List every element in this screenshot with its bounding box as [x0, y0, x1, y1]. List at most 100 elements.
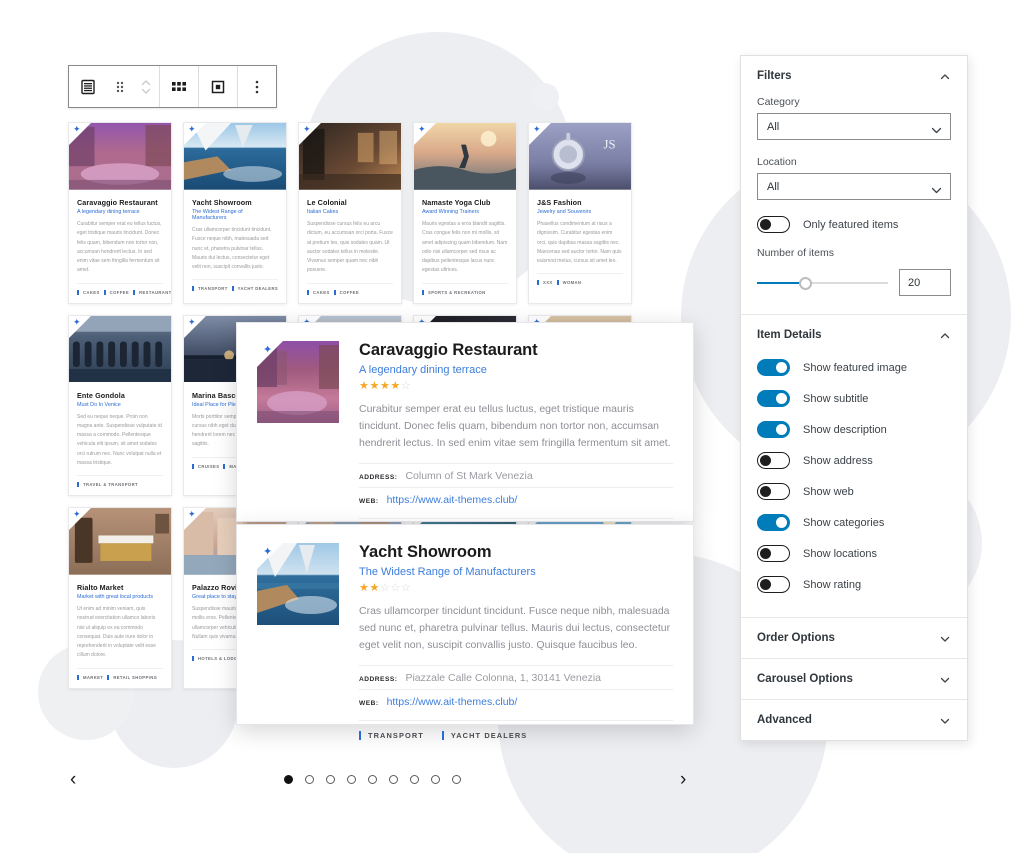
grid-view-icon[interactable] [160, 66, 198, 107]
slider-thumb[interactable] [799, 276, 813, 290]
item-detail-toggle-row: Show subtitle [757, 390, 951, 407]
card-body: Namaste Yoga Club Award Winning Trainers M… [414, 191, 516, 303]
detail-thumbnail: ✦ [257, 543, 339, 625]
toolbar-group-layout [160, 66, 199, 107]
detail-title: Yacht Showroom [359, 543, 492, 561]
panel-header[interactable]: Order Options [741, 618, 967, 658]
carousel-dot[interactable] [305, 775, 314, 784]
number-of-items-input[interactable]: 20 [899, 269, 951, 296]
detail-card-caravaggio[interactable]: ✦ Caravaggio Restaurant A legendary dini… [236, 322, 694, 538]
align-icon[interactable] [199, 66, 237, 107]
tag-chip[interactable]: COFFEE [333, 289, 359, 295]
toggle-label: Show categories [803, 516, 885, 529]
card-subtitle[interactable]: Italian Cakes [307, 209, 393, 215]
only-featured-toggle[interactable] [757, 216, 790, 233]
tag-chip[interactable]: WOMAN [556, 280, 582, 286]
card-subtitle[interactable]: Jewelry and Souvenirs [537, 209, 623, 215]
carousel-dot[interactable] [368, 775, 377, 784]
tag-chip[interactable]: MARKET [77, 674, 103, 680]
tag-chip[interactable]: CAKES [77, 289, 100, 295]
carousel-item-card[interactable]: ✦ Yacht Showroom The Widest Range of Manuf… [183, 122, 287, 304]
tag-chip[interactable]: TRANSPORT [359, 731, 442, 740]
carousel-item-card[interactable]: ✦ Rialto Market Market with great local pr… [68, 507, 172, 689]
tag-chip[interactable]: XXX [537, 280, 553, 286]
move-updown-icon[interactable] [133, 66, 159, 107]
panel-filters-header[interactable]: Filters [741, 56, 967, 96]
carousel-dot[interactable] [389, 775, 398, 784]
toggle-show-web[interactable] [757, 483, 790, 500]
featured-star-icon: ✦ [73, 316, 81, 327]
tag-chip[interactable]: RESTAURANT [133, 289, 171, 295]
carousel-prev-arrow-icon[interactable]: ‹ [70, 770, 76, 789]
panel-item-details-header[interactable]: Item Details [741, 315, 967, 355]
web-row: WEB: https://www.ait-themes.club/ [359, 487, 673, 511]
detail-subtitle[interactable]: The Widest Range of Manufacturers [359, 566, 673, 578]
card-subtitle[interactable]: Market with great local products [77, 594, 163, 600]
card-tags: CAKES COFFEE RESTAURANT [77, 282, 171, 295]
card-body: Rialto Market Market with great local pro… [69, 576, 171, 688]
toggle-show-subtitle[interactable] [757, 390, 790, 407]
card-thumbnail: ✦ [69, 315, 171, 384]
toggle-show-featured-image[interactable] [757, 359, 790, 376]
card-tags: CAKES COFFEE [307, 282, 393, 295]
toggle-show-rating[interactable] [757, 576, 790, 593]
category-select[interactable]: All [757, 113, 951, 140]
carousel-item-card[interactable]: ✦ Ente Gondola Must Do In Venice Sed eu neq… [68, 314, 172, 496]
chevron-up-icon[interactable] [939, 329, 951, 341]
chevron-up-icon[interactable] [939, 70, 951, 82]
card-thumbnail: ✦ [414, 123, 516, 191]
panel-filters: Filters Category All Location All Only f… [741, 56, 967, 315]
chevron-down-icon[interactable] [939, 714, 951, 726]
location-select[interactable]: All [757, 173, 951, 200]
card-description: Sed eu neque neque. Proin non magna ante… [77, 413, 162, 466]
toggle-show-address[interactable] [757, 452, 790, 469]
tag-chip[interactable]: YACHT DEALERS [231, 286, 278, 292]
card-subtitle[interactable]: The Widest Range of Manufacturers [192, 209, 278, 221]
card-tags: TRANSPORT YACHT DEALERS [192, 279, 278, 292]
toggle-label: Show locations [803, 547, 877, 560]
rating-stars: ★★☆☆☆ [359, 582, 673, 594]
number-of-items-slider[interactable] [757, 275, 888, 291]
panel-header[interactable]: Advanced [741, 700, 967, 740]
card-subtitle[interactable]: A legendary dining terrace [77, 209, 163, 215]
carousel-next-arrow-icon[interactable]: › [680, 770, 686, 789]
toggle-show-categories[interactable] [757, 514, 790, 531]
panel-header[interactable]: Carousel Options [741, 659, 967, 699]
chevron-down-icon[interactable] [939, 673, 951, 685]
tag-chip[interactable]: RETAIL SHOPPING [107, 674, 157, 680]
more-options-icon[interactable] [238, 66, 276, 107]
web-value[interactable]: https://www.ait-themes.club/ [387, 696, 518, 708]
carousel-item-card[interactable]: JS ✦ J&S Fashion Jewelry and Souvenirs Phase… [528, 122, 632, 304]
toggle-show-description[interactable] [757, 421, 790, 438]
carousel-item-card[interactable]: ✦ Caravaggio Restaurant A legendary dining… [68, 122, 172, 304]
card-title: J&S Fashion [537, 198, 582, 207]
number-of-items-label: Number of items [757, 247, 835, 259]
detail-subtitle[interactable]: A legendary dining terrace [359, 364, 673, 376]
tag-chip[interactable]: CRUISES [192, 463, 219, 469]
tag-chip[interactable]: TRAVEL & TRANSPORT [77, 482, 138, 487]
carousel-dot[interactable] [452, 775, 461, 784]
drag-handle-icon[interactable] [107, 66, 133, 107]
toggle-show-locations[interactable] [757, 545, 790, 562]
carousel-item-card[interactable]: ✦ Namaste Yoga Club Award Winning Trainers… [413, 122, 517, 304]
carousel-dot[interactable] [347, 775, 356, 784]
detail-card-yacht[interactable]: ✦ Yacht Showroom The Widest Range of Man… [236, 524, 694, 740]
carousel-dot[interactable] [326, 775, 335, 784]
tag-chip[interactable]: SPORTS & RECREATION [422, 289, 486, 295]
card-subtitle[interactable]: Award Winning Trainers [422, 209, 508, 215]
tag-chip[interactable]: TRANSPORT [192, 286, 228, 292]
carousel-item-card[interactable]: ✦ Le Colonial Italian Cakes Suspendisse cur… [298, 122, 402, 304]
chevron-down-icon[interactable] [939, 632, 951, 644]
star-icon: ★ [379, 380, 391, 392]
carousel-dot[interactable] [284, 775, 293, 784]
carousel-dot[interactable] [431, 775, 440, 784]
card-subtitle[interactable]: Must Do In Venice [77, 402, 163, 408]
tag-chip[interactable]: COFFEE [103, 289, 129, 295]
block-type-icon[interactable] [69, 66, 107, 107]
card-title: Le Colonial [307, 198, 347, 207]
card-tags: TRAVEL & TRANSPORT [77, 475, 163, 487]
web-value[interactable]: https://www.ait-themes.club/ [387, 494, 518, 506]
tag-chip[interactable]: CAKES [307, 289, 330, 295]
carousel-dot[interactable] [410, 775, 419, 784]
tag-chip[interactable]: YACHT DEALERS [441, 731, 545, 740]
